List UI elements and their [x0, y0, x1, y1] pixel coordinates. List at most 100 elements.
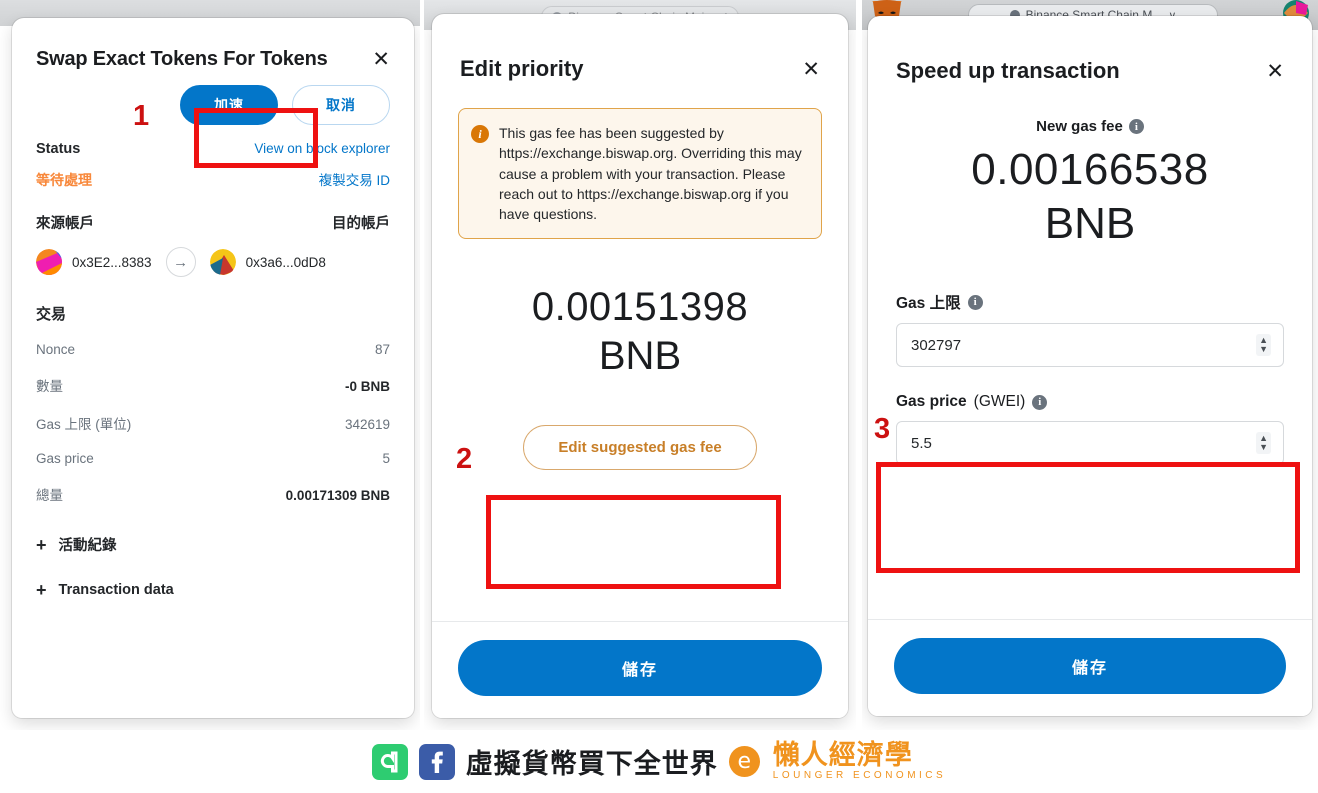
table-row: Nonce 87	[36, 342, 390, 357]
gas-price-value: 5.5	[911, 434, 932, 452]
panel2-header: Edit priority ✕	[432, 14, 848, 82]
table-row: Gas 上限 (單位) 342619	[36, 413, 390, 433]
gas-price-label: Gas price	[896, 393, 967, 410]
speed-up-card: Speed up transaction ✕ New gas fee i 0.0…	[868, 16, 1312, 716]
status-value-row: 等待處理 複製交易 ID	[36, 169, 390, 190]
save-button[interactable]: 儲存	[458, 640, 822, 696]
screenshot-root: Swap Exact Tokens For Tokens ✕ 加速 取消 Sta…	[0, 0, 1318, 793]
close-icon[interactable]: ✕	[1266, 61, 1284, 82]
gas-limit-value: 302797	[911, 336, 962, 354]
account-transfer-row: 0x3E2...8383 → 0x3a6...0dD8	[36, 247, 390, 277]
expander-label: 活動紀錄	[58, 538, 117, 554]
save-button[interactable]: 儲存	[894, 638, 1286, 694]
edit-priority-card: Edit priority ✕ i This gas fee has been …	[432, 14, 848, 718]
expander-label: Transaction data	[58, 582, 174, 598]
new-gas-fee-amount: 0.00166538	[971, 145, 1209, 194]
to-address: 0x3a6...0dD8	[245, 254, 326, 270]
brand-name-cn: 懶人經濟學	[772, 740, 913, 771]
gas-limit-input[interactable]: 302797 ▲ ▼	[896, 323, 1284, 367]
notice-text: This gas fee has been suggested by https…	[499, 125, 802, 223]
transaction-section-title: 交易	[36, 306, 67, 323]
gas-limit-field: Gas 上限 i 302797 ▲ ▼	[868, 291, 1312, 367]
highlight-box-gas-price	[876, 462, 1300, 573]
line-icon[interactable]	[371, 743, 408, 780]
table-row: 數量 -0 BNB	[36, 375, 390, 395]
gas-price-label-row: Gas price (GWEI) i	[896, 393, 1284, 411]
row-value: 0.00171309 BNB	[285, 488, 390, 503]
gas-price-input[interactable]: 5.5 ▲ ▼	[896, 421, 1284, 465]
transaction-section: 交易 Nonce 87 數量 -0 BNB Gas 上限 (單位) 342619 Gas p…	[12, 303, 414, 504]
to-account-label: 目的帳戶	[332, 216, 390, 232]
gas-fee-notice: i This gas fee has been suggested by htt…	[458, 108, 822, 240]
to-avatar	[209, 249, 236, 275]
page-title: Edit priority	[460, 56, 584, 81]
facebook-icon[interactable]	[418, 743, 455, 780]
from-avatar	[36, 249, 62, 275]
gas-limit-label-row: Gas 上限 i	[896, 291, 1284, 313]
row-label: 數量	[36, 379, 63, 394]
close-icon[interactable]: ✕	[372, 49, 390, 70]
row-label: Gas 上限 (單位)	[36, 417, 132, 432]
info-icon[interactable]: i	[1032, 394, 1048, 410]
slogan-text: 虛擬貨幣買下全世界	[465, 749, 718, 780]
new-gas-fee-currency: BNB	[1044, 199, 1136, 248]
gas-price-unit: (GWEI)	[973, 393, 1026, 410]
step-marker-3: 3	[874, 413, 891, 445]
panel3-footer: 儲存	[868, 619, 1312, 716]
gas-limit-stepper[interactable]: ▲ ▼	[1256, 334, 1271, 356]
table-row: 總量 0.00171309 BNB	[36, 484, 390, 504]
highlight-box-speed-up	[194, 108, 318, 168]
lounger-economics-icon: e	[728, 746, 760, 777]
row-label: Nonce	[36, 342, 76, 357]
panel-transaction-detail: Swap Exact Tokens For Tokens ✕ 加速 取消 Sta…	[0, 0, 420, 730]
gas-limit-label: Gas 上限	[896, 295, 961, 312]
lounger-economics-wordmark: 懶人經濟學 LOUNGER ECONOMICS	[773, 742, 946, 781]
from-account-label: 來源帳戶	[36, 216, 94, 232]
stepper-down-icon[interactable]: ▼	[1259, 442, 1268, 452]
panel1-header: Swap Exact Tokens For Tokens ✕	[12, 18, 414, 71]
plus-icon: +	[36, 580, 47, 600]
info-icon[interactable]: i	[1128, 119, 1144, 134]
info-icon[interactable]: i	[967, 294, 983, 310]
accounts-header-row: 來源帳戶 目的帳戶	[36, 212, 390, 233]
new-gas-fee-label-row: New gas fee i	[868, 118, 1312, 135]
highlight-box-edit-gas	[486, 495, 781, 589]
row-value: 87	[374, 342, 390, 357]
info-icon: i	[471, 125, 489, 143]
gas-price-stepper[interactable]: ▲ ▼	[1256, 432, 1271, 454]
copy-transaction-id-link[interactable]: 複製交易 ID	[319, 169, 390, 189]
row-value: -0 BNB	[344, 379, 390, 394]
transaction-detail-rows: Nonce 87 數量 -0 BNB Gas 上限 (單位) 342619 Gas pric…	[36, 342, 390, 504]
fee-amount: 0.00151398	[531, 285, 749, 330]
expander-section: + 活動紀錄 + Transaction data	[12, 534, 414, 600]
edit-suggested-gas-fee-button[interactable]: Edit suggested gas fee	[523, 425, 757, 471]
fee-currency: BNB	[598, 334, 682, 379]
row-label: Gas price	[36, 451, 94, 466]
expander-list: + 活動紀錄 + Transaction data	[36, 534, 390, 600]
status-badge: 等待處理	[36, 172, 92, 188]
table-row: Gas price 5	[36, 451, 390, 466]
new-gas-fee-label: New gas fee	[1036, 118, 1123, 135]
accounts-section: 來源帳戶 目的帳戶 0x3E2...8383 → 0x3a6...0dD8	[12, 212, 414, 277]
expander-row[interactable]: + 活動紀錄	[36, 534, 390, 555]
row-label: 總量	[36, 488, 63, 503]
plus-icon: +	[36, 534, 47, 555]
close-icon[interactable]: ✕	[802, 59, 820, 80]
row-value: 342619	[344, 417, 390, 432]
stepper-down-icon[interactable]: ▼	[1259, 344, 1268, 354]
stepper-up-icon[interactable]: ▲	[1259, 335, 1268, 345]
stepper-up-icon[interactable]: ▲	[1259, 433, 1268, 443]
panel2-footer: 儲存	[432, 621, 848, 718]
panel3-header: Speed up transaction ✕	[868, 16, 1312, 84]
from-address: 0x3E2...8383	[72, 254, 152, 270]
expander-row[interactable]: + Transaction data	[36, 581, 390, 599]
step-marker-2: 2	[456, 443, 473, 475]
row-value: 5	[382, 451, 390, 466]
status-label: Status	[36, 141, 81, 157]
step-marker-1: 1	[133, 100, 150, 132]
footer-branding: 虛擬貨幣買下全世界 e 懶人經濟學 LOUNGER ECONOMICS	[0, 730, 1318, 793]
edit-gas-area: Edit suggested gas fee	[432, 425, 848, 471]
gas-price-field: Gas price (GWEI) i 5.5 ▲ ▼	[868, 393, 1312, 465]
panel-speed-up-transaction: Binance Smart Chain M... ∨ Speed up tran…	[862, 0, 1318, 730]
brand-name-en: LOUNGER ECONOMICS	[772, 770, 947, 781]
